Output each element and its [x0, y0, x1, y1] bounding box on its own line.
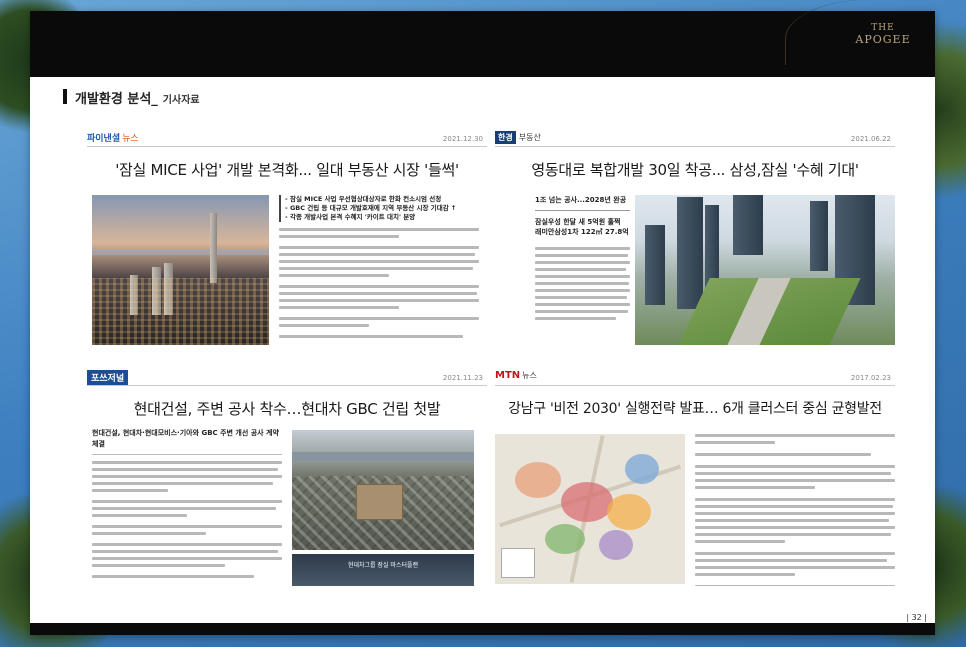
brand-logo: THE APOGEE [853, 23, 913, 46]
article-photo [635, 195, 895, 345]
article-date: 2017.02.23 [850, 374, 891, 382]
article-photo [92, 195, 269, 345]
bullet-item: - 각종 개발사업 본격 수혜지 '카이트 대치' 분양 [285, 213, 416, 221]
article-headline: 영동대로 복합개발 30일 착공... 삼성,잠실 '수혜 기대' [531, 161, 859, 179]
publisher-logo: 파이낸셜 뉴스 [87, 134, 139, 144]
article-headline: 현대건설, 주변 공사 착수…현대차 GBC 건립 첫발 [133, 400, 441, 418]
masterplan-image: 현대차그룹 잠실 마스터플랜 [292, 554, 474, 586]
side-heading: 잠실우성 한달 새 5억원 훌쩍 [535, 218, 621, 226]
section-title: 개발환경 분석_ 기사자료 [63, 88, 200, 107]
article-card-2: 한경 부동산 2021.06.22 영동대로 복합개발 30일 착공... 삼성,… [495, 129, 895, 357]
district-map [495, 434, 685, 584]
publisher-logo: 한경 부동산 [495, 131, 541, 144]
article-header: 파이낸셜 뉴스 2021.12.30 [87, 129, 487, 147]
article-body [695, 434, 895, 586]
article-header: 한경 부동산 2021.06.22 [495, 129, 895, 147]
article-date: 2021.11.23 [442, 374, 483, 382]
side-heading: 래미안삼성1차 122㎡ 27.8억 [535, 228, 629, 236]
article-subhead: 현대건설, 현대차·현대모비스·기아와 GBC 주변 개선 공사 계약 체결 [92, 429, 279, 448]
article-header: MTN 뉴스 2017.02.23 [495, 368, 895, 386]
article-date: 2021.12.30 [442, 135, 483, 143]
article-side-text: 1조 넘는 공사...2028년 완공 잠실우성 한달 새 5억원 훌쩍 래미안… [535, 195, 630, 324]
masterplan-caption: 현대차그룹 잠실 마스터플랜 [347, 562, 419, 569]
article-header: 포쓰저널 2021.11.23 [87, 368, 487, 386]
article-headline: 강남구 '비전 2030' 실행전략 발표… 6개 클러스터 중심 균형발전 [508, 401, 882, 417]
brand-name: APOGEE [855, 33, 911, 46]
section-marker [63, 88, 67, 104]
article-body: 현대건설, 현대차·현대모비스·기아와 GBC 주변 개선 공사 계약 체결 [92, 428, 282, 586]
article-card-4: MTN 뉴스 2017.02.23 강남구 '비전 2030' 실행전략 발표… … [495, 368, 895, 586]
bullet-item: - 잠실 MICE 사업 우선협상대상자로 한화 컨소시엄 선정 [285, 195, 442, 203]
article-bullets: - 잠실 MICE 사업 우선협상대상자로 한화 컨소시엄 선정 - GBC 건… [279, 195, 479, 222]
brochure-page: THE APOGEE 개발환경 분석_ 기사자료 파이낸셜 뉴스 2021.12.… [30, 0, 935, 635]
bullet-item: - GBC 건립 등 대규모 개발호재에 지역 부동산 시장 기대감 ↑ [285, 204, 457, 212]
footer-bar [30, 623, 935, 635]
section-subtitle: 기사자료 [162, 95, 200, 106]
brand-the: THE [871, 23, 895, 33]
article-card-1: 파이낸셜 뉴스 2021.12.30 '잠실 MICE 사업' 개발 본격화...… [87, 129, 487, 357]
article-headline: '잠실 MICE 사업' 개발 본격화... 일대 부동산 시장 '들썩' [115, 161, 459, 179]
article-photo [292, 430, 474, 550]
publisher-logo: MTN 뉴스 [495, 370, 537, 381]
side-heading: 1조 넘는 공사...2028년 완공 [535, 196, 627, 204]
publisher-logo: 포쓰저널 [87, 370, 129, 385]
page-number: | 32 | [906, 613, 927, 622]
article-card-3: 포쓰저널 2021.11.23 현대건설, 주변 공사 착수…현대차 GBC 건… [87, 368, 487, 586]
section-main-title: 개발환경 분석_ [75, 92, 158, 107]
article-body: - 잠실 MICE 사업 우선협상대상자로 한화 컨소시엄 선정 - GBC 건… [279, 195, 479, 342]
header-bar: THE APOGEE [30, 0, 935, 77]
article-date: 2021.06.22 [850, 135, 891, 143]
